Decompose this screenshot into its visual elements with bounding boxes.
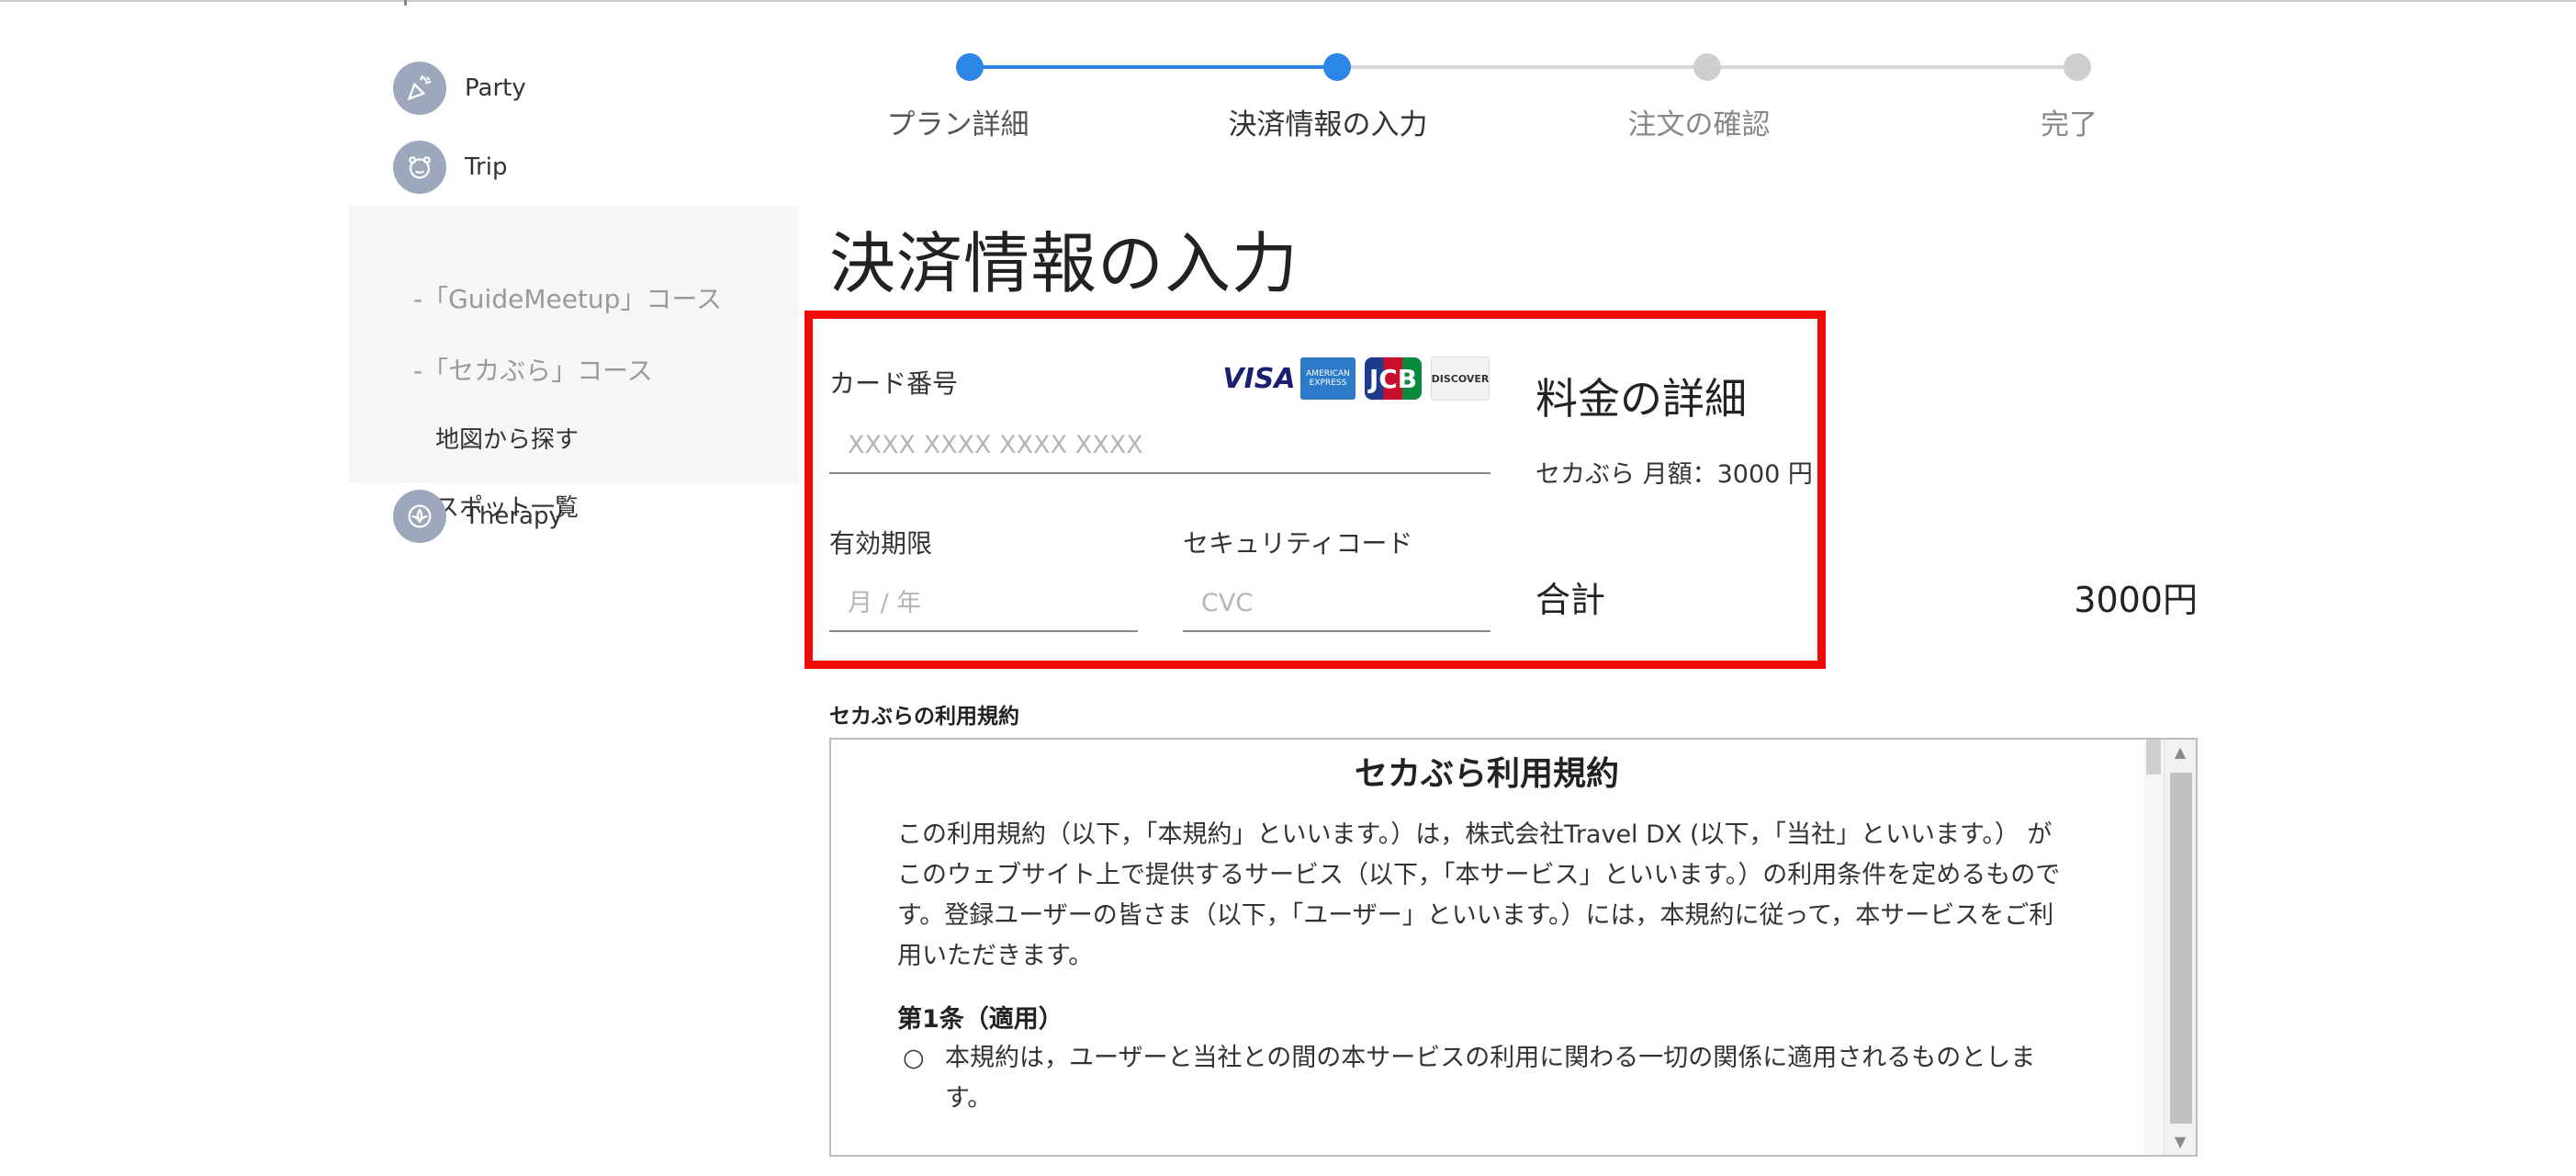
- visa-logo-icon: VISA: [1222, 362, 1296, 395]
- discover-logo-icon: DISCOVER: [1431, 356, 1490, 401]
- top-edge-mark: [404, 0, 407, 6]
- sidebar-item-trip[interactable]: Trip: [393, 140, 507, 195]
- amex-logo-icon: AMERICAN EXPRESS: [1300, 357, 1355, 400]
- terms-content: セカぶら利用規約 この利用規約（以下，「本規約」といいます。）は，株式会社Tra…: [831, 740, 2141, 1155]
- terms-article-1-item-text: 本規約は，ユーザーと当社との間の本サービスの利用に関わる一切の関係に適用されるも…: [945, 1044, 2036, 1113]
- step-label-payment-info: 決済情報の入力: [1228, 108, 1428, 141]
- spa-lotus-icon: [393, 490, 446, 543]
- terms-intro: この利用規約（以下，「本規約」といいます。）は，株式会社Travel DX (以…: [897, 820, 2061, 970]
- card-number-input[interactable]: [829, 428, 1490, 474]
- submenu-item-sekabura[interactable]: -「セカぶら」コース: [413, 351, 653, 388]
- sidebar-item-label: Party: [465, 74, 526, 102]
- submenu-item-guidemeetup[interactable]: -「GuideMeetup」コース: [413, 279, 722, 316]
- sidebar-item-therapy[interactable]: Therapy: [393, 489, 563, 544]
- step-label-order-confirm: 注文の確認: [1627, 108, 1771, 141]
- card-number-label: カード番号: [829, 368, 959, 399]
- scroll-down-arrow-icon[interactable]: ▼: [2165, 1129, 2196, 1155]
- sidebar-item-label: Trip: [465, 153, 508, 181]
- step-dot-2: [1323, 53, 1351, 81]
- step-dot-4: [2064, 53, 2091, 81]
- step-label-complete: 完了: [2041, 108, 2098, 141]
- fee-details-title: 料金の詳細: [1535, 374, 1747, 424]
- bullet-circle-icon: ○: [903, 1044, 925, 1072]
- terms-article-1-title: 第1条（適用）: [897, 1005, 1063, 1034]
- step-dot-1: [956, 53, 984, 81]
- terms-title: セカぶら利用規約: [1354, 755, 1619, 793]
- expiry-label: 有効期限: [829, 528, 933, 559]
- terms-heading: セカぶらの利用規約: [829, 705, 1019, 729]
- trip-submenu: -「GuideMeetup」コース -「セカぶら」コース 地図から探す スポット…: [349, 206, 799, 522]
- sidebar-item-party[interactable]: Party: [393, 61, 526, 116]
- sidebar-item-label: Therapy: [465, 503, 563, 530]
- terms-scrollbar[interactable]: ▲ ▼: [2164, 740, 2196, 1155]
- cvc-input[interactable]: [1183, 586, 1490, 632]
- page-title: 決済情報の入力: [829, 225, 1299, 302]
- top-divider: [0, 0, 2576, 2]
- step-label-plan-details: プラン詳細: [886, 108, 1029, 141]
- scroll-up-arrow-icon[interactable]: ▲: [2165, 740, 2196, 765]
- fee-line-item: セカぶら 月額：3000 円: [1535, 460, 1813, 489]
- cvc-label: セキュリティコード: [1183, 528, 1413, 559]
- expiry-input[interactable]: [829, 586, 1138, 632]
- inner-scroll-track[interactable]: [2144, 740, 2165, 1155]
- total-label: 合計: [1535, 580, 1606, 620]
- step-track-complete: [970, 65, 1337, 69]
- terms-article-1-item: ○ 本規約は，ユーザーと当社との間の本サービスの利用に関わる一切の関係に適用され…: [897, 1038, 2076, 1119]
- party-popper-icon: [393, 62, 446, 115]
- terms-scroll-thumb[interactable]: [2170, 773, 2192, 1124]
- inner-scroll-thumb[interactable]: [2146, 740, 2161, 775]
- step-dot-3: [1693, 53, 1721, 81]
- terms-scroll-box[interactable]: セカぶら利用規約 この利用規約（以下，「本規約」といいます。）は，株式会社Tra…: [829, 738, 2198, 1157]
- total-value: 3000円: [2074, 580, 2198, 620]
- jcb-logo-icon: JCB: [1365, 357, 1422, 400]
- accepted-cards: VISA AMERICAN EXPRESS JCB DISCOVER: [1222, 356, 1490, 401]
- submenu-item-map-search[interactable]: 地図から探す: [435, 421, 579, 455]
- bear-face-icon: [393, 141, 446, 194]
